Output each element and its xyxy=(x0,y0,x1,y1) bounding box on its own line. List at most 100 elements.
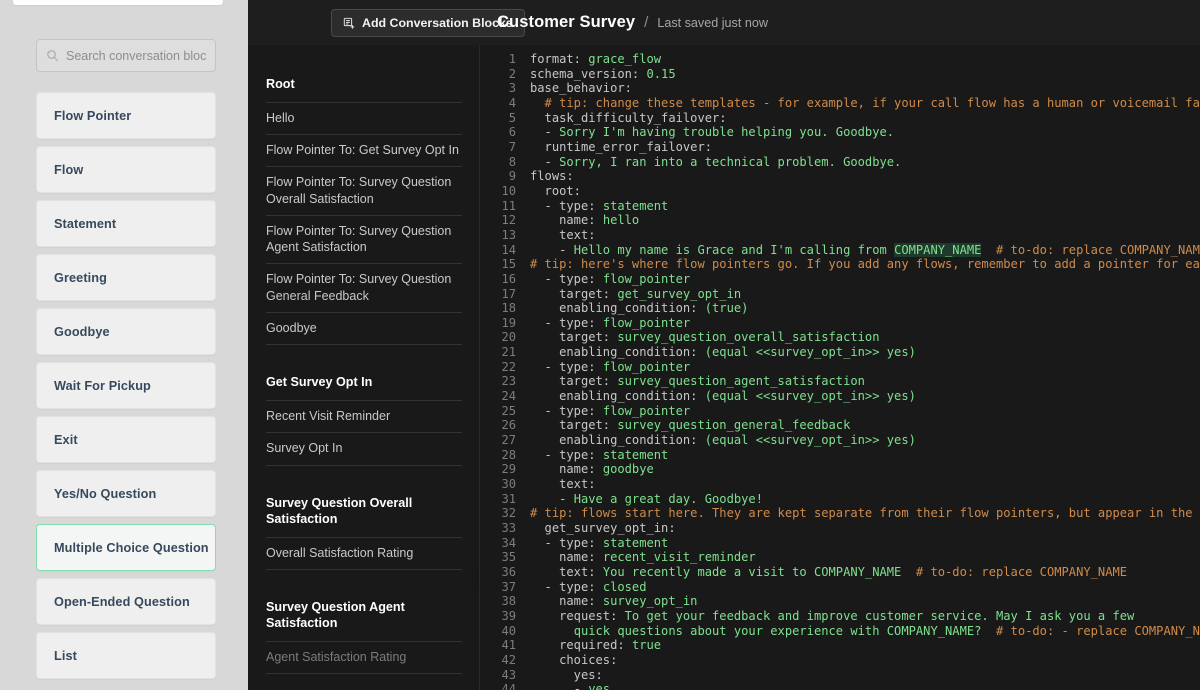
code-line: 38 name: survey_opt_in xyxy=(480,594,1200,609)
palette-item-open-ended-question[interactable]: Open-Ended Question xyxy=(36,578,216,625)
code-line: 37 - type: closed xyxy=(480,580,1200,595)
code-token: - type: xyxy=(530,315,603,330)
code-line: 40 quick questions about your experience… xyxy=(480,624,1200,639)
line-number: 31 xyxy=(501,491,516,506)
code-line: 14 - Hello my name is Grace and I'm call… xyxy=(480,242,1200,258)
code-line: 32 # tip: flows start here. They are kept… xyxy=(480,506,1200,521)
flow-tree-panel[interactable]: Root Hello Flow Pointer To: Get Survey Opt… xyxy=(248,45,480,690)
code-token: name: xyxy=(530,462,603,477)
palette-item-label: Multiple Choice Question xyxy=(54,540,209,555)
code-token: 0.15 xyxy=(646,66,676,81)
code-token: flow_pointer xyxy=(602,315,691,330)
search-input[interactable] xyxy=(66,48,206,63)
code-token: - type: xyxy=(530,403,603,418)
line-number: 12 xyxy=(501,213,516,228)
tree-row[interactable]: Overall Satisfaction Rating xyxy=(266,536,462,569)
code-line: 2 schema_version: 0.15 xyxy=(480,67,1200,82)
tree-group-title: Survey Question Agent Satisfaction xyxy=(266,599,405,630)
palette-item-yes-no-question[interactable]: Yes/No Question xyxy=(36,470,216,517)
tree-row[interactable]: Agent Satisfaction Rating xyxy=(266,640,462,673)
code-token: enabling_condition: xyxy=(530,389,705,404)
tree-group-divider xyxy=(266,568,462,581)
palette-item-label: Open-Ended Question xyxy=(54,594,190,609)
code-line: 6 - Sorry I'm having trouble helping you… xyxy=(480,125,1200,140)
code-token: - xyxy=(530,491,574,506)
search-conversation-blocks-box[interactable] xyxy=(36,39,216,72)
code-token: goodbye xyxy=(602,462,654,477)
tree-group-title: Survey Question Overall Satisfaction xyxy=(266,495,413,526)
code-line: 3 base_behavior: xyxy=(480,81,1200,96)
palette-item-list[interactable]: List xyxy=(36,632,216,679)
tree-row[interactable]: Flow Pointer To: Survey Question Agent S… xyxy=(266,214,462,264)
code-line: 18 enabling_condition: (true) xyxy=(480,301,1200,316)
line-number: 33 xyxy=(501,521,516,535)
code-token: format: xyxy=(530,52,589,66)
code-line: 25 - type: flow_pointer xyxy=(480,404,1200,419)
palette-item-greeting[interactable]: Greeting xyxy=(36,254,216,301)
code-token: survey_question_overall_satisfaction xyxy=(617,330,880,345)
app-root: Flow Pointer Flow Statement Greeting Goodbye… xyxy=(0,0,1200,690)
code-token: - xyxy=(530,242,574,257)
code-line: 31 - Have a great day. Goodbye! xyxy=(480,492,1200,507)
tree-row[interactable]: Hello xyxy=(266,101,462,134)
code-token: target: xyxy=(530,286,618,301)
line-number: 41 xyxy=(501,638,516,653)
line-number: 19 xyxy=(501,315,516,330)
code-token: statement xyxy=(602,198,669,213)
tree-row[interactable]: Recent Visit Reminder xyxy=(266,400,462,432)
code-line: 5 task_difficulty_failover: xyxy=(480,111,1200,126)
code-line: 30 text: xyxy=(480,477,1200,492)
code-line: 39 request: To get your feedback and imp… xyxy=(480,609,1200,624)
palette-item-goodbye[interactable]: Goodbye xyxy=(36,308,216,355)
tree-row[interactable]: Flow Pointer To: Survey Question General… xyxy=(266,263,462,312)
line-number: 20 xyxy=(501,330,516,345)
code-line: 21 enabling_condition: (equal <<survey_o… xyxy=(480,345,1200,360)
line-number: 25 xyxy=(501,403,516,418)
code-token: target: xyxy=(530,418,618,433)
add-conversation-blocks-button[interactable]: Add Conversation Blocks xyxy=(331,9,525,37)
yaml-code-editor[interactable]: 1 format: grace_flow 2 schema_version: 0.15… xyxy=(480,45,1200,690)
palette-item-wait-for-pickup[interactable]: Wait For Pickup xyxy=(36,362,216,409)
code-token: task_difficulty_failover: xyxy=(530,110,727,125)
tree-row[interactable]: Survey Opt In xyxy=(266,432,462,464)
code-line: 33 get_survey_opt_in: xyxy=(480,521,1200,536)
tree-row[interactable]: Flow Pointer To: Survey Question Overall… xyxy=(266,166,462,215)
palette-item-multiple-choice-question[interactable]: Multiple Choice Question xyxy=(36,524,216,571)
line-number: 21 xyxy=(501,345,516,360)
code-token: enabling_condition: xyxy=(530,301,705,316)
code-token: You recently made a visit to COMPANY_NAM… xyxy=(602,564,902,579)
line-number: 13 xyxy=(501,227,516,242)
code-token: text: xyxy=(530,564,603,579)
code-line: 22 - type: flow_pointer xyxy=(480,360,1200,375)
title-separator: / xyxy=(644,14,649,31)
code-line: 9 flows: xyxy=(480,169,1200,184)
palette-item-label: Greeting xyxy=(54,270,107,285)
palette-item-exit[interactable]: Exit xyxy=(36,416,216,463)
code-content[interactable]: 1 format: grace_flow 2 schema_version: 0.15… xyxy=(480,52,1200,690)
workspace: Add Conversation Blocks Customer Survey … xyxy=(248,0,1200,690)
code-token: flow_pointer xyxy=(602,359,691,374)
code-token: recent_visit_reminder xyxy=(602,550,756,565)
code-token: # to-do: replace COMPANY_NAME xyxy=(915,564,1128,579)
add-blocks-icon xyxy=(343,17,356,30)
palette-item-flow[interactable]: Flow xyxy=(36,146,216,193)
palette-block-list: Flow Pointer Flow Statement Greeting Goodbye… xyxy=(36,92,216,686)
code-token: # tip: here's where flow pointers go. If… xyxy=(530,257,1200,272)
code-line: 41 required: true xyxy=(480,638,1200,653)
code-token: target: xyxy=(530,374,618,389)
tree-row[interactable]: Goodbye xyxy=(266,311,462,344)
tree-row[interactable]: Flow Pointer To: Get Survey Opt In xyxy=(266,134,462,166)
code-token: quick questions about your experience wi… xyxy=(573,623,982,638)
code-line: 20 target: survey_question_overall_satis… xyxy=(480,330,1200,345)
palette-item-flow-pointer[interactable]: Flow Pointer xyxy=(36,92,216,139)
code-token: (equal <<survey_opt_in>> yes) xyxy=(704,345,916,360)
code-line: 16 - type: flow_pointer xyxy=(480,272,1200,287)
code-token: flows: xyxy=(530,169,574,184)
palette-item-label: Goodbye xyxy=(54,324,110,339)
code-line: 29 name: goodbye xyxy=(480,462,1200,477)
code-token: Hello my name is Grace and I'm calling f… xyxy=(573,242,895,257)
code-token: closed xyxy=(602,579,647,594)
code-token: # to-do: replace COMPANY_NAME xyxy=(996,242,1200,257)
palette-item-statement[interactable]: Statement xyxy=(36,200,216,247)
